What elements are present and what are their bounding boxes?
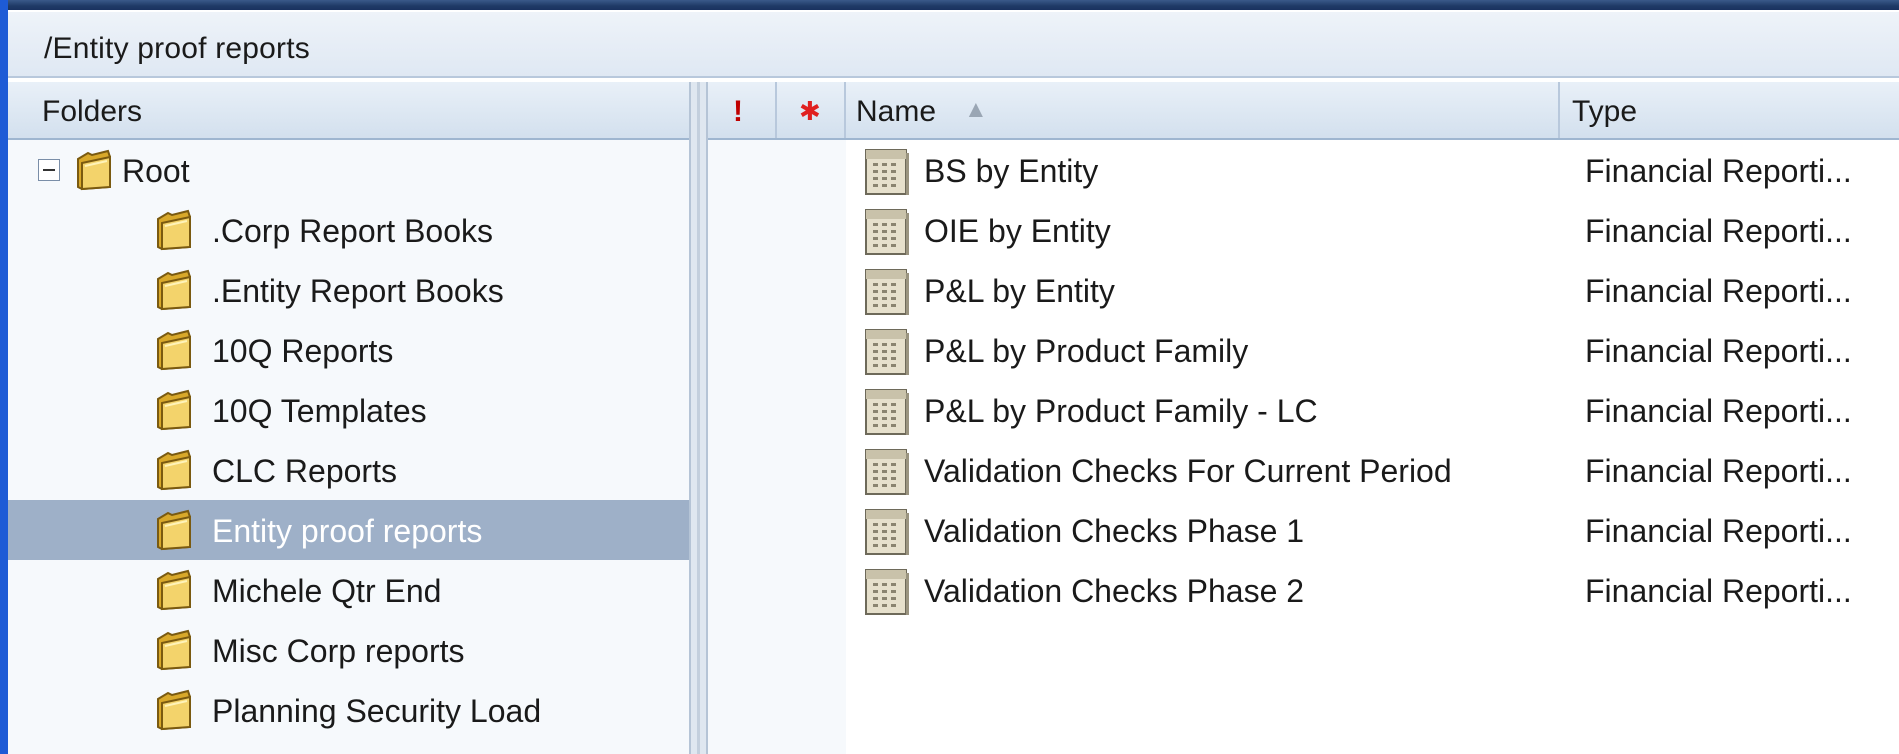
file-row[interactable]: BS by Entity Financial Reporti... <box>708 140 1899 200</box>
file-type: Financial Reporti... <box>1585 453 1852 489</box>
column-header-name-label: Name <box>856 95 937 128</box>
priority-icon: ! <box>733 95 743 128</box>
folder-icon <box>154 329 194 371</box>
tree-item-label: Planning Security Load <box>212 693 542 729</box>
file-row[interactable]: Validation Checks Phase 1 Financial Repor… <box>708 500 1899 560</box>
folder-icon <box>154 449 194 491</box>
report-document-icon <box>863 207 911 257</box>
file-type: Financial Reporti... <box>1585 153 1852 189</box>
file-row[interactable]: P&L by Entity Financial Reporti... <box>708 260 1899 320</box>
column-header-name[interactable]: Name ▲ <box>846 82 1560 138</box>
folder-icon <box>154 269 194 311</box>
folder-icon <box>74 149 114 191</box>
tree-item-label: 10Q Reports <box>212 333 394 369</box>
folder-icon <box>154 569 194 611</box>
tree-item-label: Entity proof reports <box>212 513 483 549</box>
current-path: /Entity proof reports <box>44 32 310 65</box>
tree-item-folder[interactable]: .Corp Report Books <box>8 200 689 260</box>
tree-item-root[interactable]: Root <box>8 140 689 200</box>
tree-item-label: Michele Qtr End <box>212 573 442 609</box>
tree-item-label: 10Q Templates <box>212 393 427 429</box>
tree-item-folder[interactable]: Michele Qtr End <box>8 560 689 620</box>
file-name: Validation Checks Phase 2 <box>924 573 1305 609</box>
file-name: Validation Checks Phase 1 <box>924 513 1305 549</box>
report-document-icon <box>863 267 911 317</box>
collapse-icon[interactable] <box>38 159 60 181</box>
report-document-icon <box>863 507 911 557</box>
tree-item-folder[interactable]: Entity proof reports <box>8 500 689 560</box>
folder-icon <box>154 209 194 251</box>
new-item-icon: ✱ <box>799 96 821 126</box>
folder-icon <box>154 629 194 671</box>
file-name: OIE by Entity <box>924 213 1111 249</box>
tree-item-label: Root <box>122 153 190 189</box>
panel-splitter[interactable] <box>689 82 708 754</box>
column-header-type-label: Type <box>1572 95 1638 128</box>
tree-item-label: .Entity Report Books <box>212 273 504 309</box>
folder-icon <box>154 389 194 431</box>
tree-item-folder[interactable]: 10Q Reports <box>8 320 689 380</box>
tree-item-folder[interactable]: CLC Reports <box>8 440 689 500</box>
tree-item-folder[interactable]: Planning Security Load <box>8 680 689 740</box>
column-header-type[interactable]: Type <box>1560 82 1899 138</box>
tree-item-label: .Corp Report Books <box>212 213 494 249</box>
window-top-band <box>0 0 1899 10</box>
window-left-edge <box>0 0 8 754</box>
file-name: Validation Checks For Current Period <box>924 453 1452 489</box>
file-row[interactable]: P&L by Product Family - LC Financial Repo… <box>708 380 1899 440</box>
folders-panel: Folders Root .Corp Report Books .Entity Re… <box>8 82 689 754</box>
file-row[interactable]: Validation Checks For Current Period Fina… <box>708 440 1899 500</box>
file-row[interactable]: P&L by Product Family Financial Reporti..… <box>708 320 1899 380</box>
file-type: Financial Reporti... <box>1585 273 1852 309</box>
tree-item-label: Misc Corp reports <box>212 633 465 669</box>
file-type: Financial Reporti... <box>1585 393 1852 429</box>
file-name: P&L by Product Family <box>924 333 1249 369</box>
path-bar: /Entity proof reports <box>8 12 1899 78</box>
report-document-icon <box>863 567 911 617</box>
folder-icon <box>154 509 194 551</box>
tree-item-folder[interactable]: 10Q Templates <box>8 380 689 440</box>
tree-item-folder[interactable]: .Entity Report Books <box>8 260 689 320</box>
file-type: Financial Reporti... <box>1585 573 1852 609</box>
file-list-header: ! ✱ Name ▲ Type <box>708 82 1899 140</box>
file-name: BS by Entity <box>924 153 1099 189</box>
file-type: Financial Reporti... <box>1585 333 1852 369</box>
sort-ascending-icon: ▲ <box>964 96 988 123</box>
file-type: Financial Reporti... <box>1585 213 1852 249</box>
column-header-priority[interactable]: ! <box>708 82 777 138</box>
report-document-icon <box>863 447 911 497</box>
tree-item-label: CLC Reports <box>212 453 397 489</box>
tree-item-folder[interactable]: Misc Corp reports <box>8 620 689 680</box>
column-header-new[interactable]: ✱ <box>777 82 846 138</box>
file-name: P&L by Entity <box>924 273 1115 309</box>
file-list: ! ✱ Name ▲ Type BS by Entity Financial Re… <box>708 82 1899 754</box>
report-document-icon <box>863 327 911 377</box>
report-document-icon <box>863 147 911 197</box>
folders-header-label: Folders <box>42 95 143 128</box>
folder-icon <box>154 689 194 731</box>
file-name: P&L by Product Family - LC <box>924 393 1318 429</box>
report-document-icon <box>863 387 911 437</box>
folders-header: Folders <box>8 82 689 140</box>
file-row[interactable]: OIE by Entity Financial Reporti... <box>708 200 1899 260</box>
file-row[interactable]: Validation Checks Phase 2 Financial Repor… <box>708 560 1899 620</box>
file-type: Financial Reporti... <box>1585 513 1852 549</box>
